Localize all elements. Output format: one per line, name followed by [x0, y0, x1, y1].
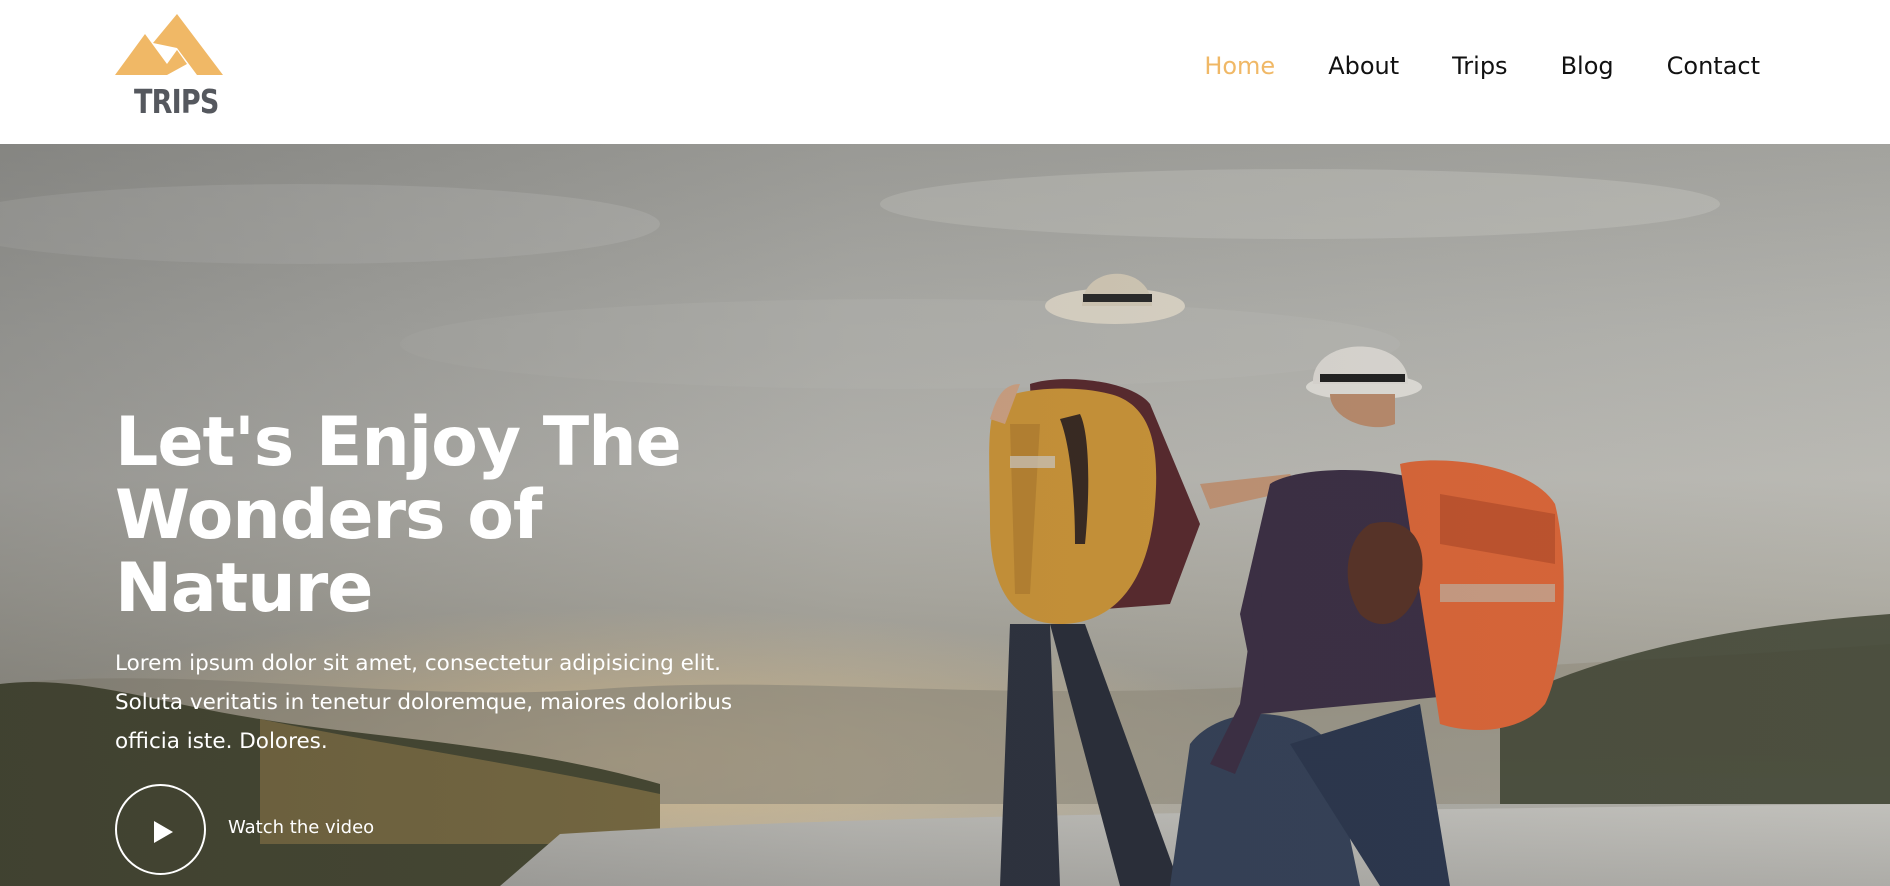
- main-nav: Home About Trips Blog Contact: [1151, 51, 1760, 81]
- brand-logo[interactable]: TRIPS: [115, 14, 227, 124]
- brand-name: TRIPS: [134, 82, 219, 121]
- nav-item-trips[interactable]: Trips: [1452, 51, 1507, 81]
- nav-item-home[interactable]: Home: [1204, 51, 1275, 81]
- site-header: TRIPS Home About Trips Blog Contact: [0, 0, 1890, 144]
- hero-description: Lorem ipsum dolor sit amet, consectetur …: [115, 651, 733, 754]
- nav-item-about[interactable]: About: [1328, 51, 1399, 81]
- watch-video-link[interactable]: Watch the video: [228, 817, 374, 838]
- hero-title: Let's Enjoy The Wonders of Nature: [115, 403, 682, 628]
- hero-section: Let's Enjoy The Wonders of Nature Lorem …: [0, 144, 1890, 886]
- play-video-button[interactable]: [115, 784, 206, 875]
- mountain-icon: [115, 14, 223, 75]
- nav-item-blog[interactable]: Blog: [1561, 51, 1614, 81]
- play-icon: [154, 821, 173, 843]
- nav-item-contact[interactable]: Contact: [1667, 51, 1760, 81]
